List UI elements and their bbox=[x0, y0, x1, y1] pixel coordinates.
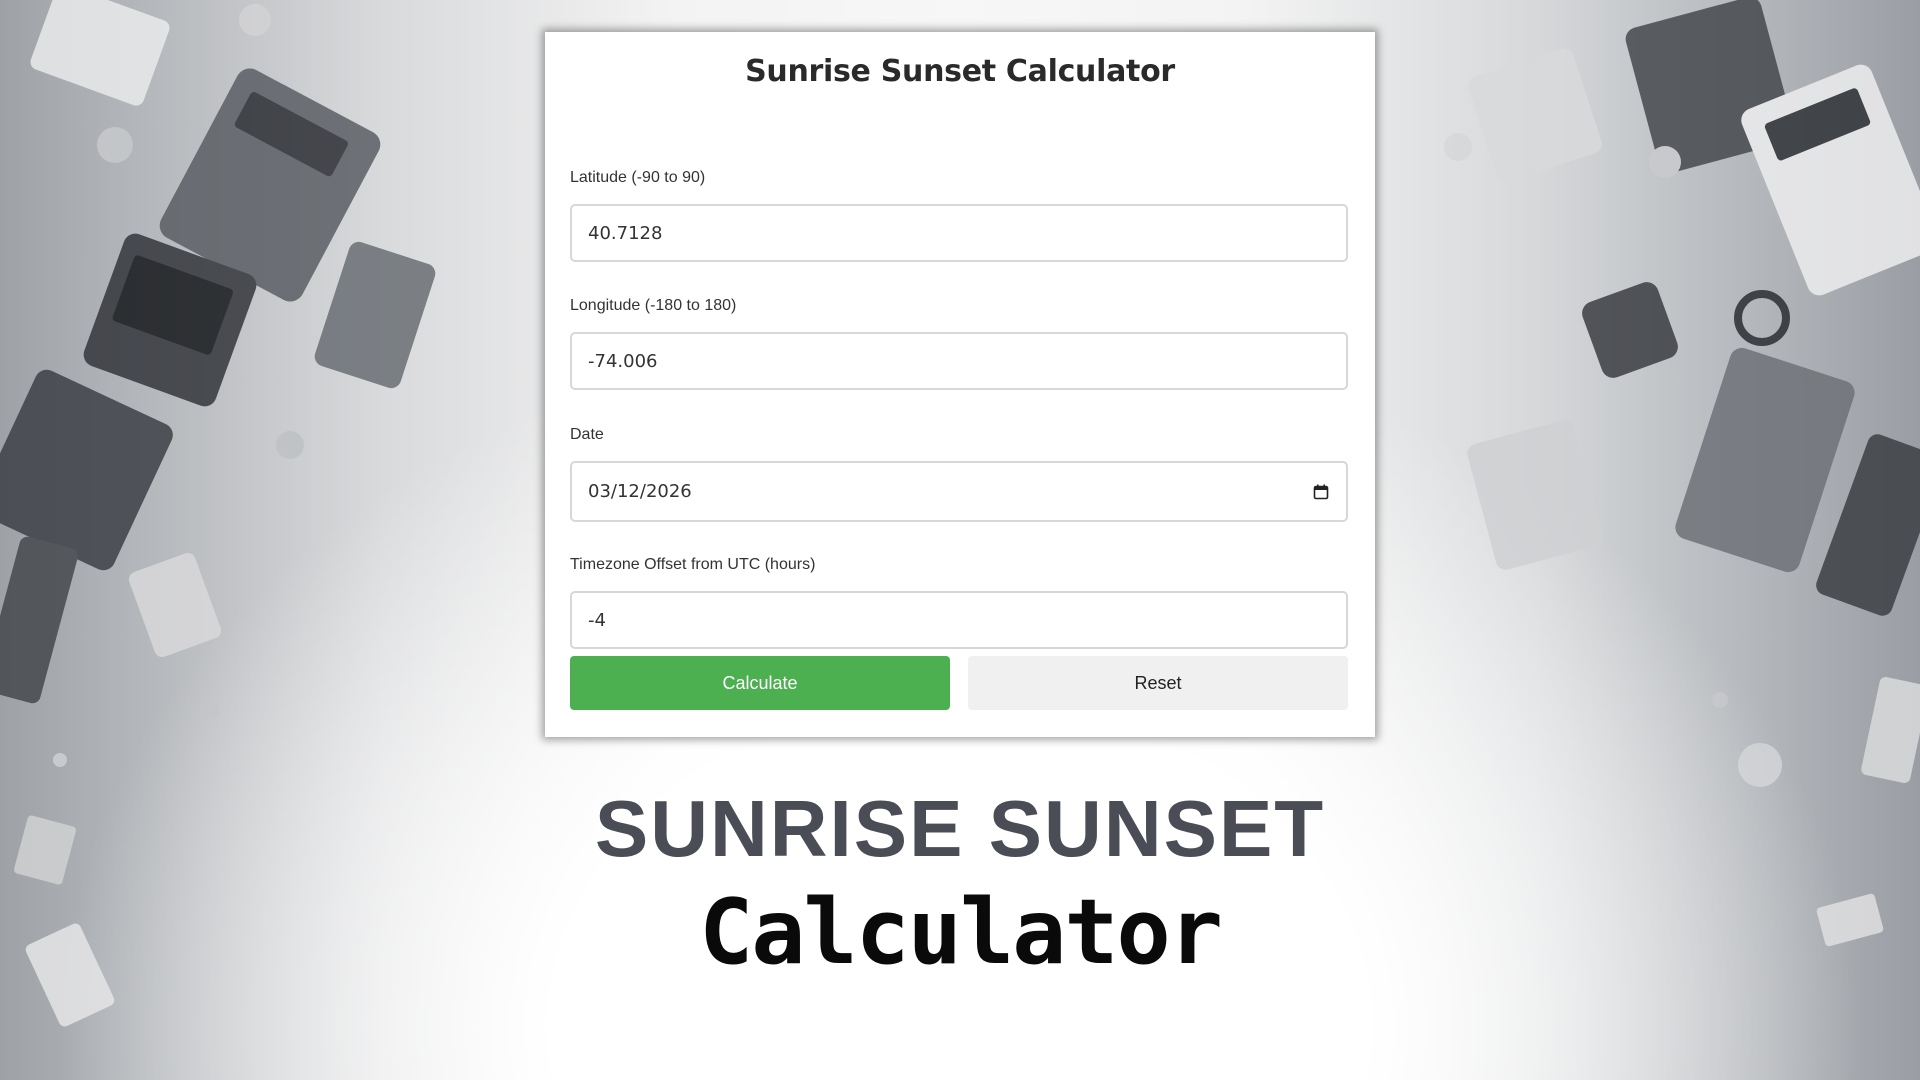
date-input[interactable]: 03/12/2026 bbox=[570, 461, 1348, 522]
latitude-value: 40.7128 bbox=[588, 222, 663, 244]
date-value: 03/12/2026 bbox=[588, 481, 692, 502]
banner-subtitle: Calculator bbox=[699, 880, 1223, 985]
latitude-label: Latitude (-90 to 90) bbox=[570, 169, 706, 186]
timezone-value: -4 bbox=[588, 609, 606, 631]
timezone-label: Timezone Offset from UTC (hours) bbox=[570, 556, 816, 573]
longitude-input[interactable]: -74.006 bbox=[570, 332, 1348, 390]
date-label: Date bbox=[570, 426, 604, 443]
calculator-card: Sunrise Sunset Calculator Latitude (-90 … bbox=[545, 32, 1375, 737]
reset-button[interactable]: Reset bbox=[968, 656, 1348, 710]
banner-title: SUNRISE SUNSET bbox=[594, 784, 1326, 873]
card-title: Sunrise Sunset Calculator bbox=[745, 54, 1175, 89]
longitude-value: -74.006 bbox=[588, 350, 658, 372]
timezone-input[interactable]: -4 bbox=[570, 591, 1348, 649]
latitude-input[interactable]: 40.7128 bbox=[570, 204, 1348, 262]
calculate-button[interactable]: Calculate bbox=[570, 656, 950, 710]
longitude-label: Longitude (-180 to 180) bbox=[570, 297, 737, 314]
calendar-icon[interactable] bbox=[1312, 483, 1330, 501]
